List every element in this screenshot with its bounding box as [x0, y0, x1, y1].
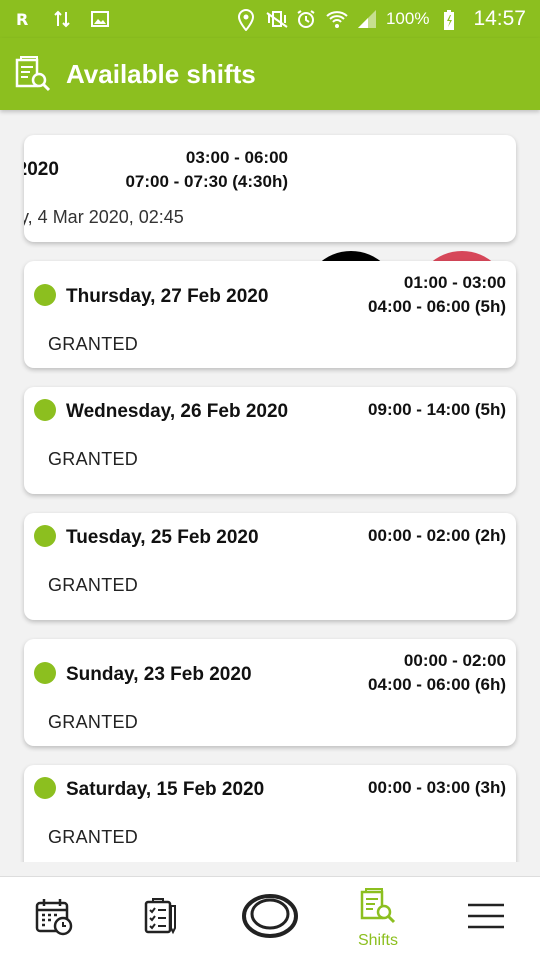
- status-dot: [34, 284, 56, 306]
- battery-percent: 100%: [385, 9, 430, 28]
- shift-time-range: 03:00 - 06:00: [185, 148, 288, 167]
- status-dot: [34, 525, 56, 547]
- shift-list[interactable]: r 2020 03:00 - 06:00 07:00 - 07:30 (4:30…: [0, 110, 540, 862]
- vibrate-icon: [266, 9, 288, 29]
- nav-item-shifts[interactable]: Shifts: [324, 877, 432, 960]
- shift-time-range: 00:00 - 03:00 (3h): [368, 778, 506, 797]
- r-icon: R: [14, 9, 34, 29]
- shift-time-range: 04:00 - 06:00 (6h): [368, 675, 506, 694]
- shift-time-range: 00:00 - 02:00: [403, 651, 506, 670]
- calendar-clock-icon: [34, 896, 74, 941]
- menu-icon: [466, 900, 506, 937]
- bottom-navigation: Shifts: [0, 876, 540, 960]
- shift-search-icon: [359, 887, 397, 930]
- shift-card-swiped[interactable]: r 2020 03:00 - 06:00 07:00 - 07:30 (4:30…: [24, 135, 516, 242]
- alarm-icon: [296, 9, 316, 29]
- shift-card[interactable]: Sunday, 23 Feb 2020 00:00 - 02:00 04:00 …: [24, 639, 516, 746]
- status-left: R: [14, 9, 110, 29]
- shift-times: 00:00 - 02:00 (2h): [368, 524, 506, 548]
- clock: 14:57: [473, 7, 526, 30]
- checklist-icon: [142, 896, 182, 941]
- status-dot: [34, 777, 56, 799]
- shift-status: GRANTED: [48, 334, 139, 354]
- shift-search-icon: [14, 55, 52, 93]
- shift-time-range: 07:00 - 07:30 (4:30h): [125, 172, 288, 191]
- nav-item-tasks[interactable]: [108, 877, 216, 960]
- shift-status: GRANTED: [48, 575, 139, 595]
- location-icon: [236, 8, 256, 32]
- shift-times: 01:00 - 03:00 04:00 - 06:00 (5h): [368, 271, 506, 319]
- shift-status: GRANTED: [48, 449, 139, 469]
- shift-date: Saturday, 15 Feb 2020: [66, 779, 265, 800]
- shift-card[interactable]: Tuesday, 25 Feb 2020 00:00 - 02:00 (2h) …: [24, 513, 516, 620]
- shift-date: Tuesday, 25 Feb 2020: [66, 527, 259, 548]
- status-bar: R 100% 14:57: [0, 0, 540, 38]
- shift-card[interactable]: Wednesday, 26 Feb 2020 09:00 - 14:00 (5h…: [24, 387, 516, 494]
- battery-icon: [439, 9, 459, 30]
- data-transfer-icon: [52, 9, 72, 29]
- nav-item-calendar[interactable]: [0, 877, 108, 960]
- shift-times: 09:00 - 14:00 (5h): [368, 398, 506, 422]
- image-icon: [90, 9, 110, 29]
- shift-status: GRANTED: [48, 712, 139, 732]
- wifi-icon: [326, 9, 348, 29]
- shift-times: 00:00 - 03:00 (3h): [368, 776, 506, 800]
- shift-date: r 2020: [24, 159, 59, 180]
- shift-times: 00:00 - 02:00 04:00 - 06:00 (6h): [368, 649, 506, 697]
- shift-time-range: 04:00 - 06:00 (5h): [368, 297, 506, 316]
- shift-date: Thursday, 27 Feb 2020: [66, 286, 269, 307]
- shift-date: Sunday, 23 Feb 2020: [66, 664, 252, 685]
- svg-text:R: R: [16, 10, 28, 29]
- shift-time-range: 00:00 - 02:00 (2h): [368, 526, 506, 545]
- shift-status: GRANTED: [48, 827, 139, 847]
- shift-times: 03:00 - 06:00 07:00 - 07:30 (4:30h): [125, 146, 288, 194]
- status-right: 100% 14:57: [236, 7, 526, 32]
- logo-rings-icon: [242, 894, 298, 943]
- shift-date: Wednesday, 26 Feb 2020: [66, 401, 289, 422]
- app-bar: Available shifts: [0, 38, 540, 110]
- status-dot: [34, 399, 56, 421]
- shift-subtitle: ay, 4 Mar 2020, 02:45: [24, 207, 184, 227]
- nav-item-home[interactable]: [216, 877, 324, 960]
- shift-card[interactable]: Thursday, 27 Feb 2020 01:00 - 03:00 04:0…: [24, 261, 516, 368]
- shift-card[interactable]: Saturday, 15 Feb 2020 00:00 - 03:00 (3h)…: [24, 765, 516, 862]
- signal-icon: [356, 9, 376, 29]
- nav-item-menu[interactable]: [432, 877, 540, 960]
- shift-time-range: 01:00 - 03:00: [403, 273, 506, 292]
- shift-time-range: 09:00 - 14:00 (5h): [368, 400, 506, 419]
- page-title: Available shifts: [66, 58, 256, 89]
- nav-label-shifts: Shifts: [357, 932, 398, 949]
- status-dot: [34, 662, 56, 684]
